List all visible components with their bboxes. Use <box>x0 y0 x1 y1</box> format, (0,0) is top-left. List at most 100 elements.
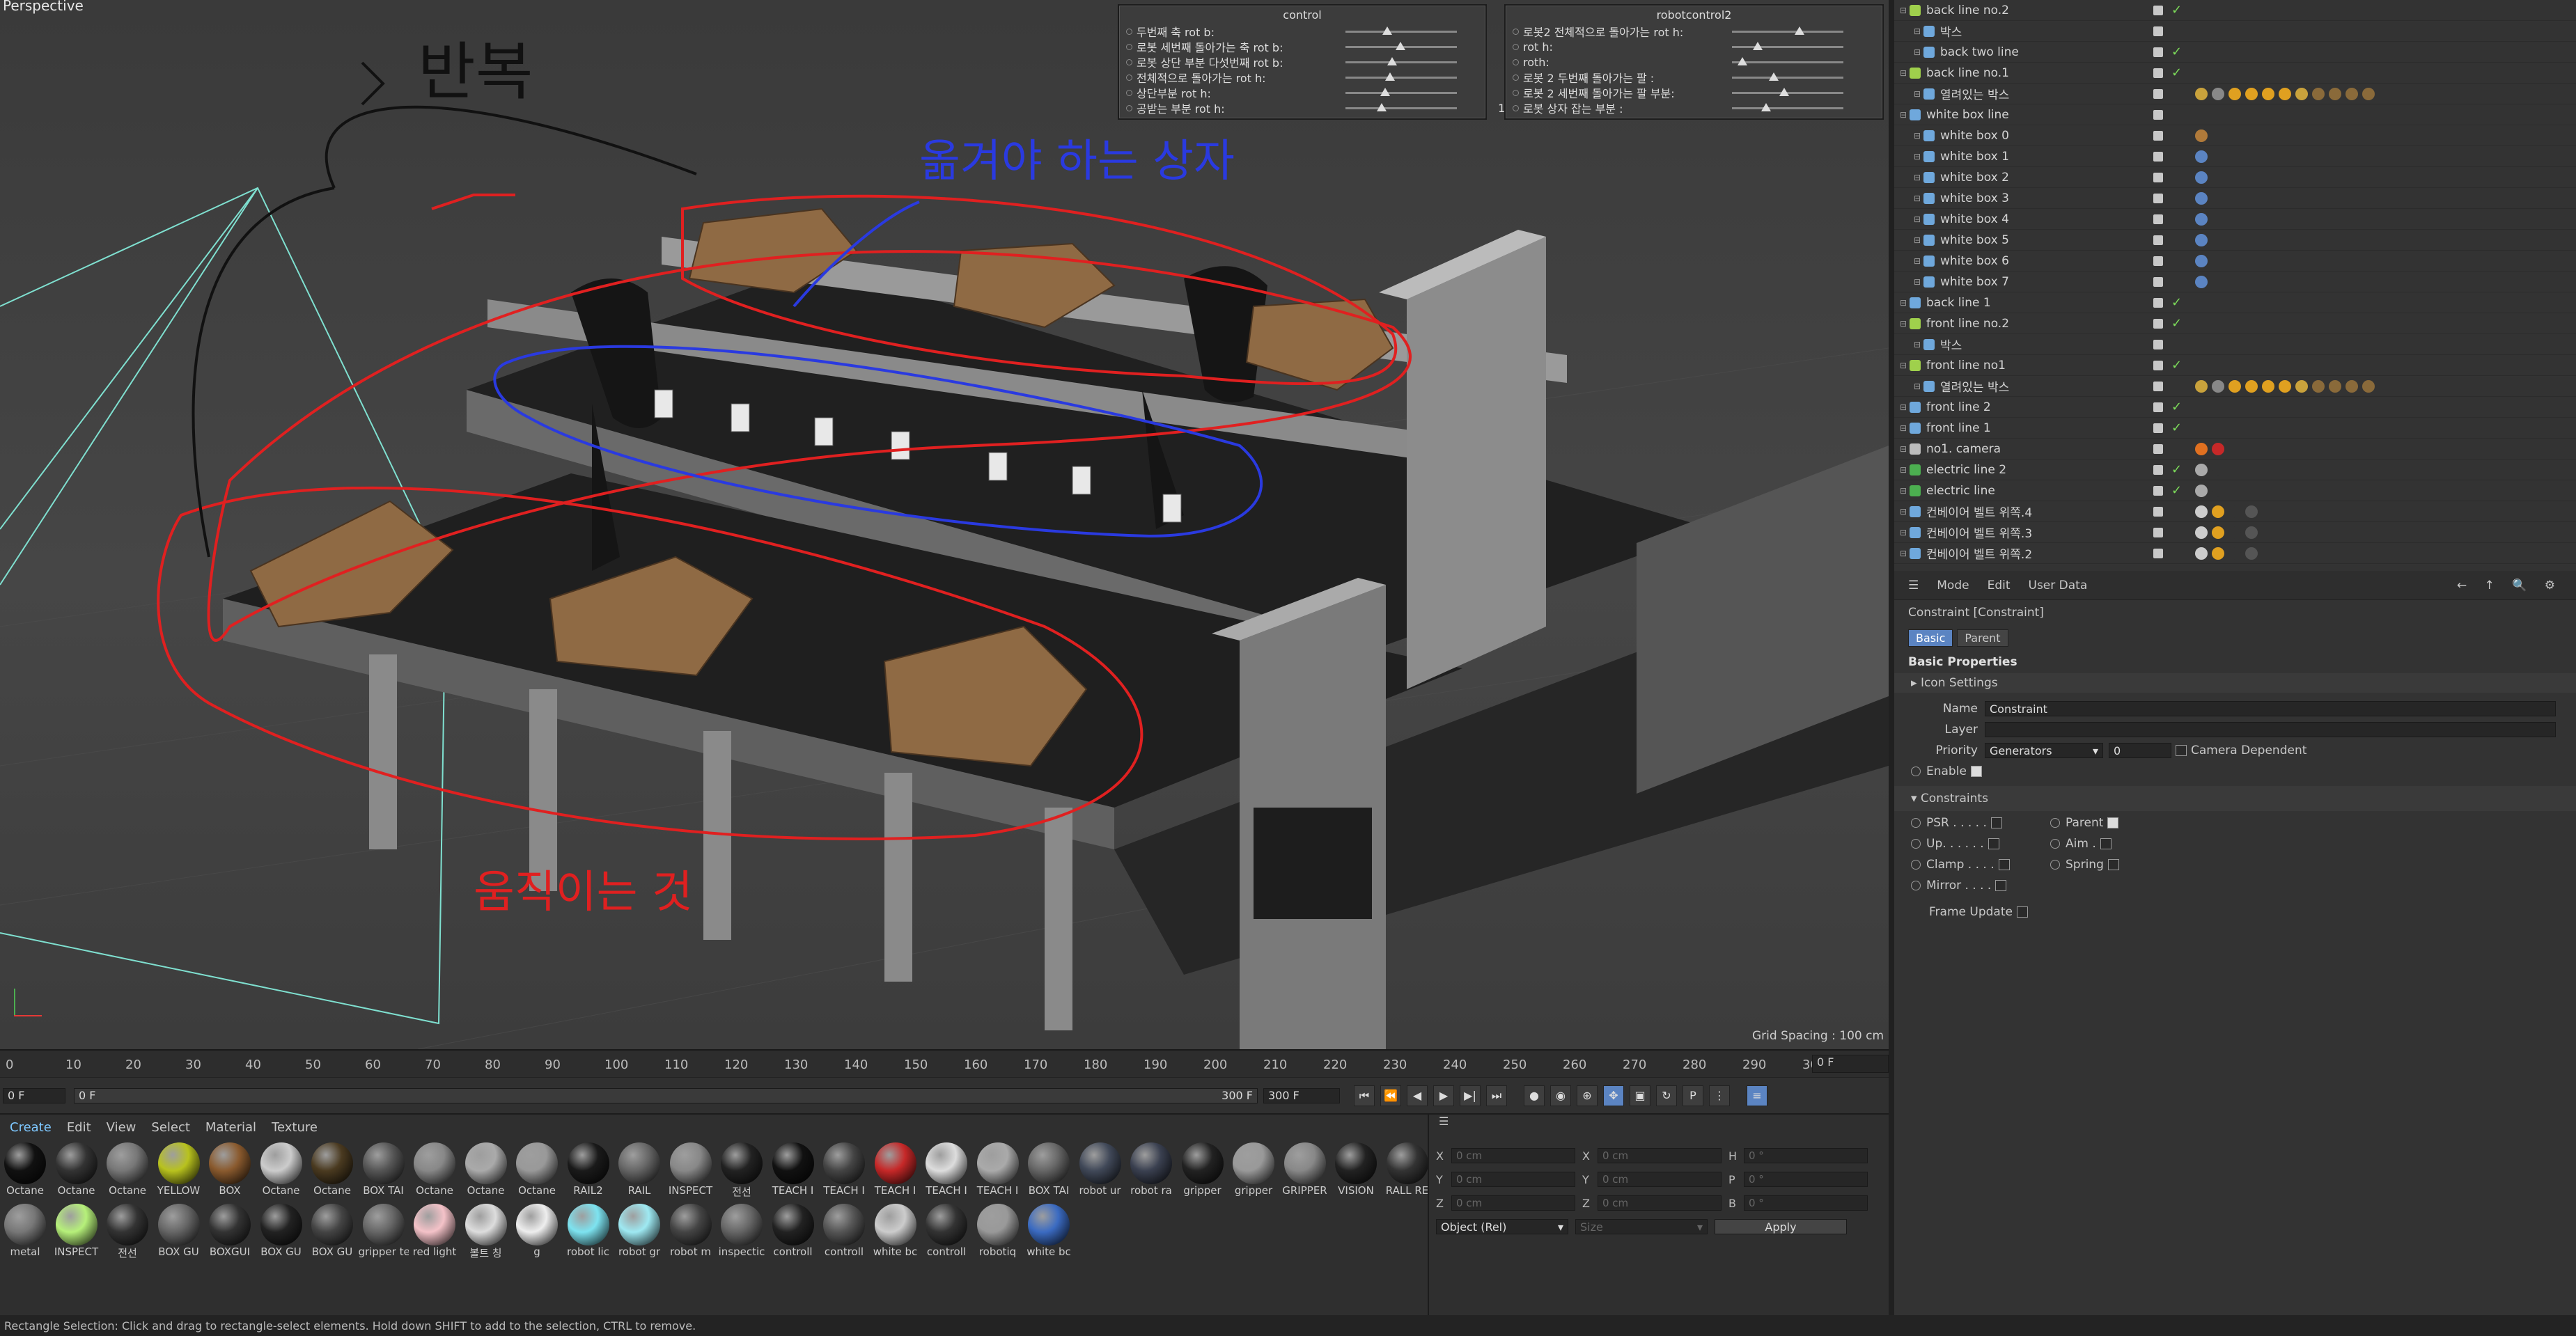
expand-icon[interactable]: ⊟ <box>1914 26 1923 36</box>
slider-knob[interactable] <box>1737 56 1747 65</box>
viewport-3d[interactable]: Perspective 반복 옮겨야 하는 상자 움직이는 것 Grid Spa… <box>0 0 1889 1049</box>
menu-icon[interactable]: ☰ <box>1429 1115 1889 1130</box>
visibility-icon[interactable] <box>2153 465 2163 475</box>
z-size-field[interactable]: 0 cm <box>1598 1195 1722 1211</box>
object-row[interactable]: ⊟ white box 5 <box>1894 230 2576 251</box>
material-swatch[interactable]: Octane <box>512 1142 562 1197</box>
visibility-icon[interactable] <box>2153 26 2163 36</box>
object-row[interactable]: ⊟ white box 0 <box>1894 125 2576 146</box>
material-swatch[interactable]: TEACH I <box>921 1142 971 1197</box>
object-name[interactable]: white box 1 <box>1940 150 2156 164</box>
anim-radio-icon[interactable] <box>1911 839 1921 849</box>
material-swatch[interactable]: 전선 <box>102 1204 153 1260</box>
material-swatch[interactable]: 전선 <box>717 1142 767 1199</box>
xpresso-slider[interactable] <box>1732 72 1843 81</box>
visibility-icon[interactable] <box>2153 194 2163 203</box>
material-tag-icon[interactable] <box>2262 380 2274 393</box>
anim-dot-icon[interactable] <box>1126 104 1132 111</box>
go-start-icon[interactable]: ⏮ <box>1354 1085 1375 1106</box>
material-tag-icon[interactable] <box>2228 547 2241 560</box>
visibility-icon[interactable] <box>2153 256 2163 266</box>
slider-knob[interactable] <box>1779 87 1789 96</box>
enabled-check-icon[interactable]: ✓ <box>2171 421 2182 435</box>
tab-basic[interactable]: Basic <box>1908 629 1953 647</box>
x-size-field[interactable]: 0 cm <box>1598 1148 1722 1163</box>
object-row[interactable]: ⊟ front line 2 ✓ <box>1894 397 2576 418</box>
material-swatch[interactable]: 볼트 칭 <box>461 1204 511 1260</box>
expand-icon[interactable]: ⊟ <box>1900 528 1910 537</box>
priority-select[interactable]: Generators ▾ <box>1985 743 2103 758</box>
material-tag-icon[interactable] <box>2195 129 2208 142</box>
xpresso-slider[interactable] <box>1732 102 1843 111</box>
object-row[interactable]: ⊟ white box line <box>1894 104 2576 125</box>
material-swatch[interactable]: TEACH I <box>871 1142 921 1197</box>
object-row[interactable]: ⊟ 컨베이어 벨트 위쪽.4 <box>1894 501 2576 522</box>
anim-dot-icon[interactable] <box>1126 89 1132 96</box>
slider-knob[interactable] <box>1387 56 1397 65</box>
slider-knob[interactable] <box>1380 87 1390 96</box>
anim-dot-icon[interactable] <box>1126 28 1132 35</box>
expand-icon[interactable]: ⊟ <box>1914 277 1923 287</box>
material-tag-icon[interactable] <box>2245 88 2258 100</box>
xpresso-value[interactable]: 127 ° <box>1849 86 1889 100</box>
enabled-check-icon[interactable]: ✓ <box>2171 3 2182 17</box>
name-field[interactable]: Constraint <box>1985 701 2556 716</box>
b-rotation-field[interactable]: 0 ° <box>1744 1195 1868 1211</box>
material-swatch[interactable]: VISION <box>1331 1142 1381 1197</box>
anim-radio-icon[interactable] <box>1911 881 1921 890</box>
material-swatch[interactable]: Octane <box>307 1142 357 1197</box>
material-swatch[interactable]: Octane <box>0 1142 50 1197</box>
object-name[interactable]: white box 7 <box>1940 275 2156 289</box>
material-swatch[interactable]: inspectic <box>717 1204 767 1258</box>
material-swatch[interactable]: TEACH I <box>768 1142 818 1197</box>
enabled-check-icon[interactable]: ✓ <box>2171 65 2182 80</box>
object-row[interactable]: ⊟ back line no.2 ✓ <box>1894 0 2576 21</box>
visibility-icon[interactable] <box>2153 528 2163 537</box>
object-row[interactable]: ⊟ front line 1 ✓ <box>1894 418 2576 439</box>
slider-knob[interactable] <box>1761 102 1771 111</box>
enable-anim-radio[interactable] <box>1911 767 1921 776</box>
expand-icon[interactable]: ⊟ <box>1900 507 1910 517</box>
object-row[interactable]: ⊟ 열려있는 박스 <box>1894 84 2576 104</box>
h-rotation-field[interactable]: 0 ° <box>1744 1148 1868 1163</box>
object-row[interactable]: ⊟ 컨베이어 벨트 위쪽.3 <box>1894 522 2576 543</box>
material-swatch[interactable]: gripper <box>1178 1142 1228 1197</box>
expand-icon[interactable]: ⊟ <box>1900 6 1910 15</box>
xpresso-slider[interactable] <box>1732 26 1843 35</box>
anim-dot-icon[interactable] <box>1126 74 1132 81</box>
end-frame-field[interactable]: 300 F <box>1263 1087 1340 1103</box>
visibility-icon[interactable] <box>2153 423 2163 433</box>
xpresso-value[interactable]: 84 ° <box>1849 56 1889 69</box>
object-row[interactable]: ⊟ 박스 <box>1894 334 2576 355</box>
material-tag-icon[interactable] <box>2228 380 2241 393</box>
tab-parent[interactable]: Parent <box>1957 629 2008 647</box>
material-swatch[interactable]: gripper te <box>359 1204 409 1258</box>
expand-icon[interactable]: ⊟ <box>1914 235 1923 245</box>
object-row[interactable]: ⊟ back line 1 ✓ <box>1894 292 2576 313</box>
material-tag-icon[interactable] <box>2212 443 2224 455</box>
object-name[interactable]: 열려있는 박스 <box>1940 377 2156 395</box>
material-tag-icon[interactable] <box>2195 464 2208 476</box>
visibility-icon[interactable] <box>2153 507 2163 517</box>
material-swatch[interactable]: BOX GU <box>256 1204 306 1258</box>
material-tag-icon[interactable] <box>2245 380 2258 393</box>
object-row[interactable]: ⊟ back line no.1 ✓ <box>1894 63 2576 84</box>
expand-icon[interactable]: ⊟ <box>1914 89 1923 99</box>
control-xpresso-panel[interactable]: control 두번째 축 rot b: 54 ° 로봇 세번째 돌아가는 축 … <box>1118 4 1539 120</box>
material-swatch[interactable]: Octane <box>52 1142 102 1197</box>
coord-mode-select[interactable]: Object (Rel) ▾ <box>1436 1219 1568 1234</box>
keyframe-icon[interactable]: ⊕ <box>1577 1085 1598 1106</box>
prev-key-icon[interactable]: ⏪ <box>1380 1085 1401 1106</box>
material-swatch[interactable]: metal <box>0 1204 50 1258</box>
visibility-icon[interactable] <box>2153 298 2163 308</box>
slider-knob[interactable] <box>1382 26 1392 35</box>
constraint-checkbox[interactable] <box>2100 838 2111 849</box>
object-name[interactable]: white box 6 <box>1940 254 2156 268</box>
xpresso-slider[interactable] <box>1345 72 1457 81</box>
slider-knob[interactable] <box>1377 102 1387 111</box>
material-tag-icon[interactable] <box>2195 505 2208 518</box>
material-swatch[interactable]: Octane <box>409 1142 460 1197</box>
anim-radio-icon[interactable] <box>2050 818 2060 828</box>
y-size-field[interactable]: 0 cm <box>1598 1172 1722 1187</box>
visibility-icon[interactable] <box>2153 89 2163 99</box>
